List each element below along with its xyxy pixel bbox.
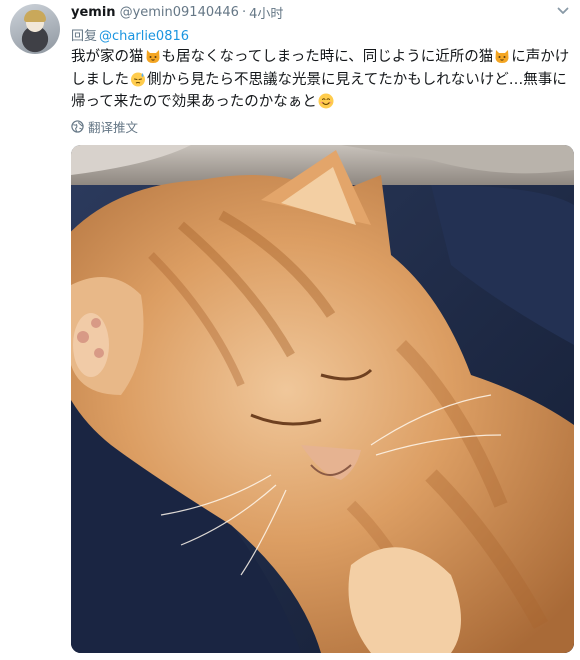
- sleeping-cat-image: [71, 145, 574, 653]
- translate-tweet-link[interactable]: 翻译推文: [71, 117, 138, 136]
- translate-label: 翻译推文: [88, 120, 139, 135]
- chevron-down-icon[interactable]: [556, 4, 570, 18]
- separator-dot: ·: [241, 4, 247, 20]
- tweet-photo[interactable]: [71, 145, 574, 653]
- tweet-text-part1: 我が家の猫: [71, 49, 144, 65]
- cat-face-emoji-icon: [495, 50, 509, 63]
- tweet-text-part2: も居なくなってしまった時に、同じように近所の猫: [161, 49, 494, 65]
- tweet-header: yemin @yemin09140446 · 4小时: [71, 3, 283, 22]
- reply-prefix: 回复: [71, 29, 98, 44]
- author-name[interactable]: yemin: [71, 5, 116, 20]
- reply-context: 回复 @charlie0816: [71, 25, 189, 44]
- downcast-sweat-emoji-icon: [131, 72, 145, 86]
- cat-face-emoji-icon: [146, 50, 159, 63]
- avatar[interactable]: [10, 4, 60, 54]
- reply-mention-link[interactable]: @charlie0816: [99, 29, 189, 44]
- author-handle[interactable]: @yemin09140446: [120, 5, 239, 20]
- tweet-timestamp[interactable]: 4小时: [249, 3, 283, 22]
- smiling-face-emoji-icon: [318, 93, 334, 109]
- globe-icon: [71, 120, 84, 133]
- tweet-text: 我が家の猫 も居なくなってしまった時に、同じように近所の猫 に声かけしました 側…: [71, 46, 571, 114]
